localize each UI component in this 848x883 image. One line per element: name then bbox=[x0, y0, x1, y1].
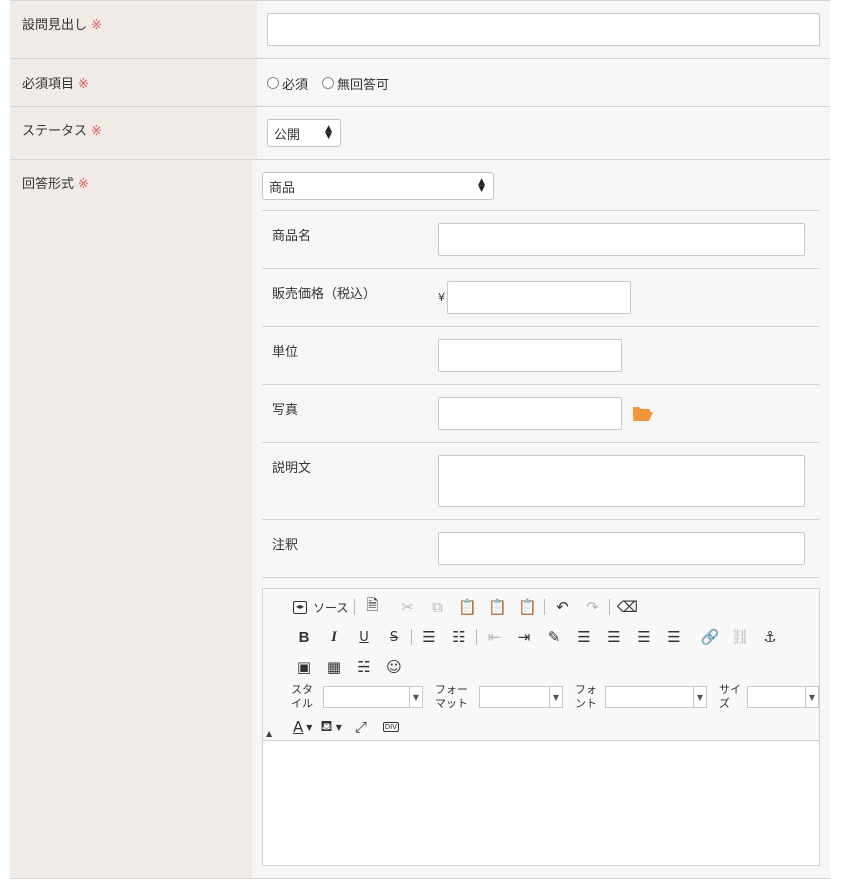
source-button[interactable]: ◂▸ ソース bbox=[289, 595, 352, 619]
collapse-toolbar-icon[interactable]: ▲ bbox=[266, 729, 272, 738]
dropdown-arrow-icon: ▼ bbox=[412, 692, 420, 702]
required-item-row: 必須項目 ※ 必須 無回答可 bbox=[10, 59, 830, 107]
copy-icon[interactable]: ⧉ bbox=[422, 595, 452, 619]
size-combo[interactable]: ▼ bbox=[747, 686, 819, 708]
product-name-row: 商品名 bbox=[262, 210, 820, 268]
font-combo[interactable]: ▼ bbox=[605, 686, 707, 708]
select-arrows-icon: ▲ ▼ bbox=[325, 124, 332, 141]
select-arrows-icon: ▲ ▼ bbox=[478, 177, 485, 194]
indent-icon[interactable]: ⇥ bbox=[509, 625, 539, 649]
show-blocks-icon[interactable]: DIV bbox=[376, 715, 406, 739]
note-label: 注釈 bbox=[272, 538, 299, 553]
strike-icon[interactable]: S bbox=[379, 625, 409, 649]
yen-symbol: ¥ bbox=[438, 291, 445, 304]
product-name-input[interactable] bbox=[438, 223, 805, 256]
div-icon[interactable]: ✎ bbox=[539, 625, 569, 649]
align-right-icon[interactable]: ☰ bbox=[629, 625, 659, 649]
description-textarea[interactable] bbox=[438, 455, 805, 507]
bold-icon[interactable]: B bbox=[289, 625, 319, 649]
unit-row: 単位 bbox=[262, 326, 820, 384]
align-center-icon[interactable]: ☰ bbox=[599, 625, 629, 649]
required-radio-group: 必須 無回答可 bbox=[267, 73, 820, 93]
bg-color-icon: ⛾ bbox=[320, 717, 333, 735]
source-icon: ◂▸ bbox=[293, 600, 307, 614]
bg-color-button[interactable]: ⛾ ▼ bbox=[316, 715, 345, 739]
heading-label: 設問見出し ※ bbox=[10, 1, 257, 58]
anchor-icon[interactable]: ⚓ bbox=[755, 625, 785, 649]
note-input[interactable] bbox=[438, 532, 805, 565]
size-label: サイ ズ bbox=[719, 683, 741, 710]
table-icon[interactable]: ▦ bbox=[319, 655, 349, 679]
status-row: ステータス ※ 公開 ▲ ▼ bbox=[10, 107, 830, 160]
outdent-icon[interactable]: ⇤ bbox=[479, 625, 509, 649]
dropdown-arrow-icon: ▼ bbox=[696, 692, 704, 702]
numbered-list-icon[interactable]: ☰ bbox=[414, 625, 444, 649]
paste-icon[interactable]: 📋 bbox=[452, 595, 482, 619]
smiley-icon[interactable]: ☺ bbox=[379, 655, 409, 679]
dropdown-arrow-icon: ▼ bbox=[808, 692, 816, 702]
undo-icon[interactable]: ↶ bbox=[547, 595, 577, 619]
dropdown-arrow-icon: ▼ bbox=[552, 692, 560, 702]
description-label: 説明文 bbox=[272, 461, 312, 476]
answer-format-select[interactable]: 商品 ▲ ▼ bbox=[262, 172, 494, 200]
heading-row: 設問見出し ※ bbox=[10, 0, 830, 59]
note-row: 注釈 bbox=[262, 519, 820, 577]
text-color-button[interactable]: A ▼ bbox=[289, 715, 316, 739]
required-mark: ※ bbox=[91, 18, 102, 33]
radio-optional[interactable]: 無回答可 bbox=[322, 74, 389, 93]
unit-input[interactable] bbox=[438, 339, 622, 372]
required-mark: ※ bbox=[91, 124, 102, 139]
radio-circle[interactable] bbox=[322, 77, 335, 89]
product-name-label: 商品名 bbox=[272, 229, 312, 244]
page-break-icon[interactable]: ☵ bbox=[349, 655, 379, 679]
format-combo[interactable]: ▼ bbox=[479, 686, 563, 708]
remove-format-icon[interactable]: ⌫ bbox=[612, 595, 642, 619]
bulleted-list-icon[interactable]: ☷ bbox=[444, 625, 474, 649]
heading-input[interactable] bbox=[267, 13, 820, 46]
editor-toolbar: ◂▸ ソース 🗎 ✂ ⧉ 📋 📋 📋 ↶ ↷ ⌫ B I U S ☰ ☷ ⇤ ⇥… bbox=[263, 589, 819, 741]
required-mark: ※ bbox=[78, 77, 89, 92]
required-item-label: 必須項目 ※ bbox=[10, 59, 257, 106]
photo-label: 写真 bbox=[272, 403, 299, 418]
style-label: スタ イル bbox=[291, 683, 313, 710]
image-icon[interactable]: ▣ bbox=[289, 655, 319, 679]
required-mark: ※ bbox=[78, 177, 89, 192]
status-label: ステータス ※ bbox=[10, 107, 257, 159]
status-select[interactable]: 公開 ▲ ▼ bbox=[267, 119, 341, 147]
underline-icon[interactable]: U bbox=[349, 625, 379, 649]
answer-format-row: 回答形式 ※ 商品 ▲ ▼ 商品名 販売価格（税込） ¥ 単位 写真 説明文 注… bbox=[10, 160, 830, 879]
format-label: フォー マット bbox=[435, 683, 468, 710]
radio-required[interactable]: 必須 bbox=[267, 74, 308, 93]
editor-content-area[interactable] bbox=[263, 741, 819, 865]
rich-text-editor: ◂▸ ソース 🗎 ✂ ⧉ 📋 📋 📋 ↶ ↷ ⌫ B I U S ☰ ☷ ⇤ ⇥… bbox=[262, 577, 820, 866]
cut-icon[interactable]: ✂ bbox=[392, 595, 422, 619]
survey-form: 設問見出し ※ 必須項目 ※ 必須 無回答可 ステータス ※ 公開 ▲ ▼ 回答… bbox=[10, 0, 830, 879]
redo-icon[interactable]: ↷ bbox=[577, 595, 607, 619]
new-page-icon[interactable]: 🗎 bbox=[357, 595, 387, 619]
style-combo[interactable]: ▼ bbox=[323, 686, 423, 708]
radio-circle[interactable] bbox=[267, 77, 279, 89]
text-color-icon: A bbox=[293, 718, 304, 736]
justify-icon[interactable]: ☰ bbox=[659, 625, 689, 649]
unlink-icon[interactable]: ⛓ bbox=[725, 625, 755, 649]
paste-word-icon[interactable]: 📋 bbox=[512, 595, 542, 619]
folder-icon[interactable] bbox=[632, 404, 654, 426]
description-row: 説明文 bbox=[262, 442, 820, 519]
photo-input[interactable] bbox=[438, 397, 622, 430]
italic-icon[interactable]: I bbox=[319, 625, 349, 649]
maximize-icon[interactable]: ⤢ bbox=[346, 715, 376, 739]
photo-row: 写真 bbox=[262, 384, 820, 442]
price-label: 販売価格（税込） bbox=[272, 287, 377, 302]
font-label: フォ ント bbox=[575, 683, 597, 710]
product-fields: 商品名 販売価格（税込） ¥ 単位 写真 説明文 注釈 ◂▸ ソース 🗎 ✂ ⧉… bbox=[262, 210, 820, 866]
link-icon[interactable]: 🔗 bbox=[695, 625, 725, 649]
paste-text-icon[interactable]: 📋 bbox=[482, 595, 512, 619]
price-input[interactable] bbox=[447, 281, 631, 314]
answer-format-label: 回答形式 ※ bbox=[10, 160, 252, 878]
price-row: 販売価格（税込） ¥ bbox=[262, 268, 820, 326]
align-left-icon[interactable]: ☰ bbox=[569, 625, 599, 649]
unit-label: 単位 bbox=[272, 345, 299, 360]
